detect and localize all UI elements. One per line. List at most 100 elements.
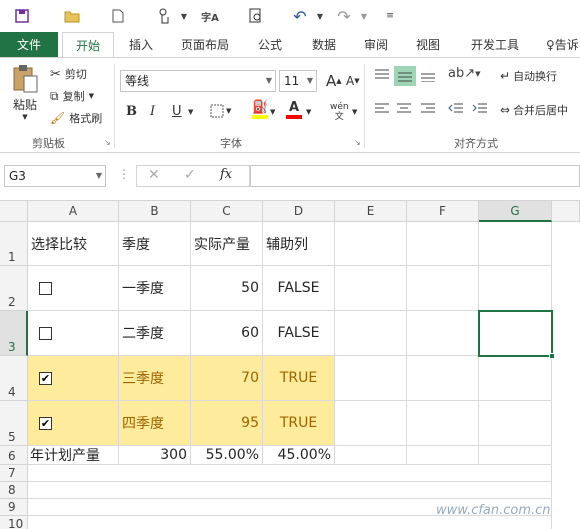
row-header-8[interactable]: 8 [0,482,28,499]
cell-d3[interactable]: FALSE [263,311,335,356]
column-header-c[interactable]: C [191,201,263,222]
cell-d6[interactable]: 45.00% [263,446,335,465]
format-painter-button[interactable]: 🖌 格式刷 [50,110,102,126]
cell-f2[interactable] [407,266,479,311]
column-header-h[interactable] [552,201,580,222]
cell-f6[interactable] [407,446,479,465]
align-left-button[interactable] [374,102,390,116]
row-header-6[interactable]: 6 [0,446,28,465]
undo-dropdown-icon[interactable]: ▼ [310,6,330,26]
column-header-b[interactable]: B [119,201,191,222]
customize-qat-icon[interactable]: ≡ [380,6,400,26]
empty-row-8[interactable] [28,482,552,499]
cell-e1[interactable] [335,222,407,266]
save-icon[interactable] [12,6,32,26]
row-header-9[interactable]: 9 [0,499,28,516]
column-header-a[interactable]: A [28,201,119,222]
shrink-font-button[interactable]: A ▼ [346,74,360,88]
increase-indent-button[interactable] [472,102,488,116]
cell-g5[interactable] [479,401,552,446]
cell-b6[interactable]: 300 [119,446,191,465]
align-bottom-button[interactable] [420,68,436,82]
tab-home[interactable]: 开始 [62,32,114,58]
cell-b4[interactable]: 三季度 [119,356,191,401]
font-color-button[interactable]: A [286,100,302,119]
wrap-text-button[interactable]: ↵ 自动换行 [500,68,557,84]
folder-icon[interactable] [62,6,82,26]
column-header-d[interactable]: D [263,201,335,222]
align-middle-button[interactable] [394,66,416,86]
formula-input[interactable] [250,165,580,187]
select-all-corner[interactable] [0,201,28,222]
paste-button[interactable]: 粘贴 ▼ [8,64,42,124]
orientation-button[interactable]: ab↗ ▼ [448,66,481,81]
font-name-select[interactable]: 等线 ▼ [120,70,276,92]
cell-e6[interactable] [335,446,407,465]
cell-f1[interactable] [407,222,479,266]
cell-g4[interactable] [479,356,552,401]
cancel-icon[interactable]: ✕ [148,167,160,183]
row-header-4[interactable]: 4 [0,356,28,401]
align-right-button[interactable] [420,102,436,116]
empty-row-7[interactable] [28,465,552,482]
insert-function-icon[interactable]: fx [220,167,232,182]
tab-view[interactable]: 视图 [406,32,450,58]
cell-a4[interactable]: ✔ [28,356,119,401]
confirm-icon[interactable]: ✓ [184,167,196,183]
touch-icon[interactable] [154,6,174,26]
cell-c6[interactable]: 55.00% [191,446,263,465]
font-color-dropdown-icon[interactable]: ▼ [306,108,311,116]
cell-a5[interactable]: ✔ [28,401,119,446]
cell-e2[interactable] [335,266,407,311]
cell-b3[interactable]: 二季度 [119,311,191,356]
cell-d2[interactable]: FALSE [263,266,335,311]
checkbox-q4[interactable]: ✔ [39,416,52,430]
underline-dropdown-icon[interactable]: ▼ [188,108,193,116]
italic-button[interactable]: I [150,104,155,119]
cell-c3[interactable]: 60 [191,311,263,356]
column-header-e[interactable]: E [335,201,407,222]
decrease-indent-button[interactable] [448,102,464,116]
cell-f5[interactable] [407,401,479,446]
cell-g2[interactable] [479,266,552,311]
cell-g1[interactable] [479,222,552,266]
bold-button[interactable]: B [126,104,137,119]
tab-data[interactable]: 数据 [302,32,346,58]
align-center-button[interactable] [396,102,412,116]
cell-g6[interactable] [479,446,552,465]
name-box[interactable]: G3 ▼ [4,165,106,187]
cell-e3[interactable] [335,311,407,356]
dialog-launcher-icon[interactable]: ↘ [104,138,111,147]
font-size-select[interactable]: 11 ▼ [279,70,317,92]
row-header-7[interactable]: 7 [0,465,28,482]
tab-formulas[interactable]: 公式 [248,32,292,58]
borders-button[interactable]: ▼ [210,104,231,118]
spelling-icon[interactable]: 字A [200,6,220,26]
cell-f3[interactable] [407,311,479,356]
tab-developer[interactable]: 开发工具 [462,32,528,58]
fill-dropdown-icon[interactable]: ▼ [270,108,275,116]
tab-file[interactable]: 文件 [0,32,58,58]
checkbox-q3[interactable]: ✔ [39,371,52,385]
cell-d1[interactable]: 辅助列 [263,222,335,266]
cell-b2[interactable]: 一季度 [119,266,191,311]
column-header-g[interactable]: G [479,201,552,222]
checkbox-q2[interactable] [39,326,52,340]
tab-review[interactable]: 审阅 [354,32,398,58]
fill-handle[interactable] [549,353,555,359]
align-top-button[interactable] [374,68,390,82]
cell-a6[interactable]: 年计划产量 [28,446,119,465]
row-header-1[interactable]: 1 [0,222,28,266]
cell-d4[interactable]: TRUE [263,356,335,401]
row-header-5[interactable]: 5 [0,401,28,446]
dialog-launcher-icon[interactable]: ↘ [354,138,361,147]
cell-a1[interactable]: 选择比较 [28,222,119,266]
cell-e5[interactable] [335,401,407,446]
column-header-f[interactable]: F [407,201,479,222]
tab-page-layout[interactable]: 页面布局 [172,32,238,58]
cell-a3[interactable] [28,311,119,356]
redo-dropdown-icon[interactable]: ▼ [354,6,374,26]
cell-c2[interactable]: 50 [191,266,263,311]
row-header-2[interactable]: 2 [0,266,28,311]
preview-icon[interactable] [246,6,266,26]
